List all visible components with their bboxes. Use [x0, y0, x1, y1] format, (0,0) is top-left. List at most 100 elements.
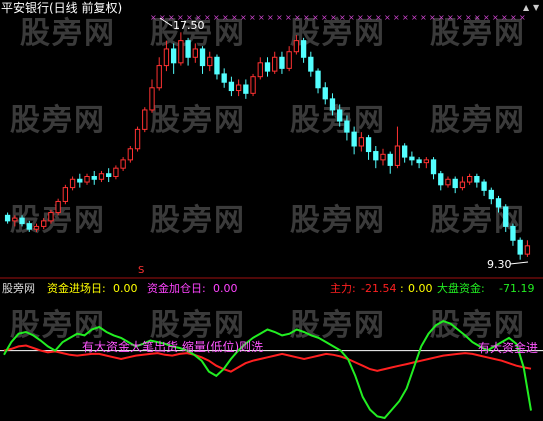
- candle-body: [308, 56, 314, 72]
- candle-body: [300, 40, 307, 58]
- candle-body: [430, 159, 437, 175]
- candle-body: [351, 131, 357, 147]
- candle-body: [221, 73, 227, 83]
- x-marker: ×: [447, 13, 454, 22]
- chart-canvas[interactable]: × × × × × × × × × × × × × × × × × × × × × × × × × × × × × × × × × × × × × × × ×…: [0, 0, 543, 421]
- candle-body: [134, 128, 141, 150]
- candle-body: [510, 225, 516, 241]
- candle-body: [401, 145, 408, 158]
- x-marker: ×: [492, 13, 499, 22]
- candle-body: [272, 56, 278, 72]
- candle-body: [163, 48, 170, 67]
- candle-body: [192, 48, 198, 58]
- x-marker: ×: [330, 13, 337, 22]
- mid-value: 0.00: [408, 282, 433, 295]
- x-marker: ×: [357, 13, 364, 22]
- candle-body: [409, 156, 415, 161]
- candle-body: [149, 87, 155, 111]
- x-marker: ×: [501, 13, 508, 22]
- candle-body: [106, 173, 112, 178]
- scroll-down-icon[interactable]: ▼: [533, 1, 539, 14]
- x-marker: ×: [519, 13, 526, 22]
- x-marker: ×: [366, 13, 373, 22]
- candle-body: [178, 40, 184, 64]
- add-day-value: 0.00: [213, 282, 238, 295]
- x-marker: ×: [276, 13, 283, 22]
- candle-body: [84, 176, 90, 183]
- indicator-site-label: 股旁网: [2, 282, 35, 295]
- candle-body: [279, 56, 285, 69]
- candle-body: [387, 153, 393, 166]
- candle-body: [250, 76, 256, 94]
- candle-body: [394, 145, 401, 166]
- candle-body: [257, 62, 263, 78]
- main-force-value: -21.54: [361, 282, 397, 295]
- candle-body: [416, 159, 422, 164]
- candle-body: [4, 214, 11, 222]
- x-marker: ×: [339, 13, 346, 22]
- candle-body: [120, 159, 126, 169]
- candle-body: [19, 217, 25, 225]
- x-marker: ×: [384, 13, 391, 22]
- entry-day-value: 0.00: [113, 282, 138, 295]
- candle-body: [322, 87, 328, 100]
- x-marker: ×: [294, 13, 301, 22]
- candle-body: [91, 176, 97, 180]
- candle-body: [41, 220, 47, 227]
- candle-body: [207, 56, 213, 67]
- candle-body: [235, 84, 242, 92]
- x-marker: ×: [465, 13, 472, 22]
- candle-body: [228, 81, 235, 92]
- candle-body: [286, 51, 292, 69]
- x-marker: ×: [411, 13, 418, 22]
- candle-body: [48, 212, 54, 222]
- x-marker: ×: [267, 13, 274, 22]
- stock-chart-window: 股旁网 股旁网 股旁网 股旁网 股旁网 股旁网 股旁网 股旁网 股旁网 股旁网 …: [0, 0, 543, 421]
- x-marker: ×: [285, 13, 292, 22]
- candle-body: [358, 137, 365, 147]
- candle-body: [199, 48, 206, 67]
- x-marker: ×: [303, 13, 310, 22]
- chart-title: 平安银行(日线 前复权): [1, 1, 123, 15]
- x-marker: ×: [321, 13, 328, 22]
- candle-body: [481, 181, 487, 191]
- candle-body: [142, 109, 148, 130]
- market-funds-value: -71.19: [499, 282, 535, 295]
- candle-body: [33, 225, 40, 230]
- candle-body: [185, 40, 191, 58]
- main-force-label: 主力:: [330, 282, 356, 295]
- candle-body: [214, 56, 220, 75]
- candle-body: [524, 245, 531, 255]
- x-marker: ×: [222, 13, 229, 22]
- candle-body: [495, 198, 502, 208]
- candle-body: [264, 62, 271, 72]
- candle-body: [373, 151, 379, 161]
- candle-body: [113, 167, 119, 178]
- x-marker: ×: [474, 13, 481, 22]
- x-marker: ×: [429, 13, 436, 22]
- x-marker: ×: [240, 13, 247, 22]
- candle-body: [438, 173, 444, 186]
- add-day-label: 资金加仓日:: [147, 282, 206, 295]
- candle-body: [452, 178, 458, 189]
- candle-body: [474, 176, 480, 183]
- x-marker: ×: [213, 13, 220, 22]
- sell-signal-marker: S: [138, 265, 145, 276]
- candle-body: [55, 200, 61, 214]
- candle-body: [293, 40, 300, 53]
- scroll-up-icon[interactable]: ▲: [523, 1, 529, 14]
- entry-day-label: 资金进场日:: [47, 282, 106, 295]
- x-marker: ×: [438, 13, 445, 22]
- annotation-inflow: 有大资金进: [478, 341, 539, 355]
- x-marker: ×: [204, 13, 211, 22]
- x-marker: ×: [249, 13, 256, 22]
- x-marker: ×: [312, 13, 319, 22]
- x-marker: ×: [393, 13, 400, 22]
- candle-body: [69, 178, 76, 189]
- x-marker: ×: [150, 13, 157, 22]
- candle-body: [466, 176, 473, 183]
- candle-body: [365, 137, 372, 153]
- annotation-outflow: 有大资金大笔出货 缩量(低位)则洗: [82, 340, 264, 354]
- candle-body: [127, 148, 134, 161]
- candle-body: [26, 223, 32, 230]
